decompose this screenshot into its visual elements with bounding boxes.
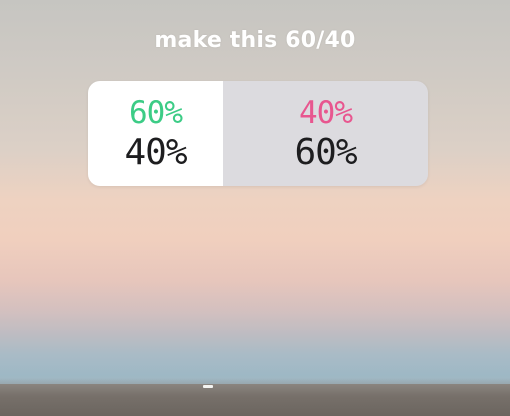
poll-option-right-bottom-value: 60%	[294, 131, 357, 173]
poll-option-right-top-value: 40%	[299, 94, 353, 131]
poll-option-left-top-value: 60%	[129, 94, 183, 131]
sea	[0, 384, 510, 416]
story-caption: make this 60/40	[154, 28, 356, 53]
poll-option-left[interactable]: 60% 40%	[88, 81, 223, 186]
poll-option-right[interactable]: 40% 60%	[223, 81, 428, 186]
boat	[203, 385, 213, 388]
poll-sticker: 60% 40% 40% 60%	[88, 81, 428, 186]
poll-option-left-bottom-value: 40%	[124, 131, 187, 173]
story-background	[0, 0, 510, 416]
